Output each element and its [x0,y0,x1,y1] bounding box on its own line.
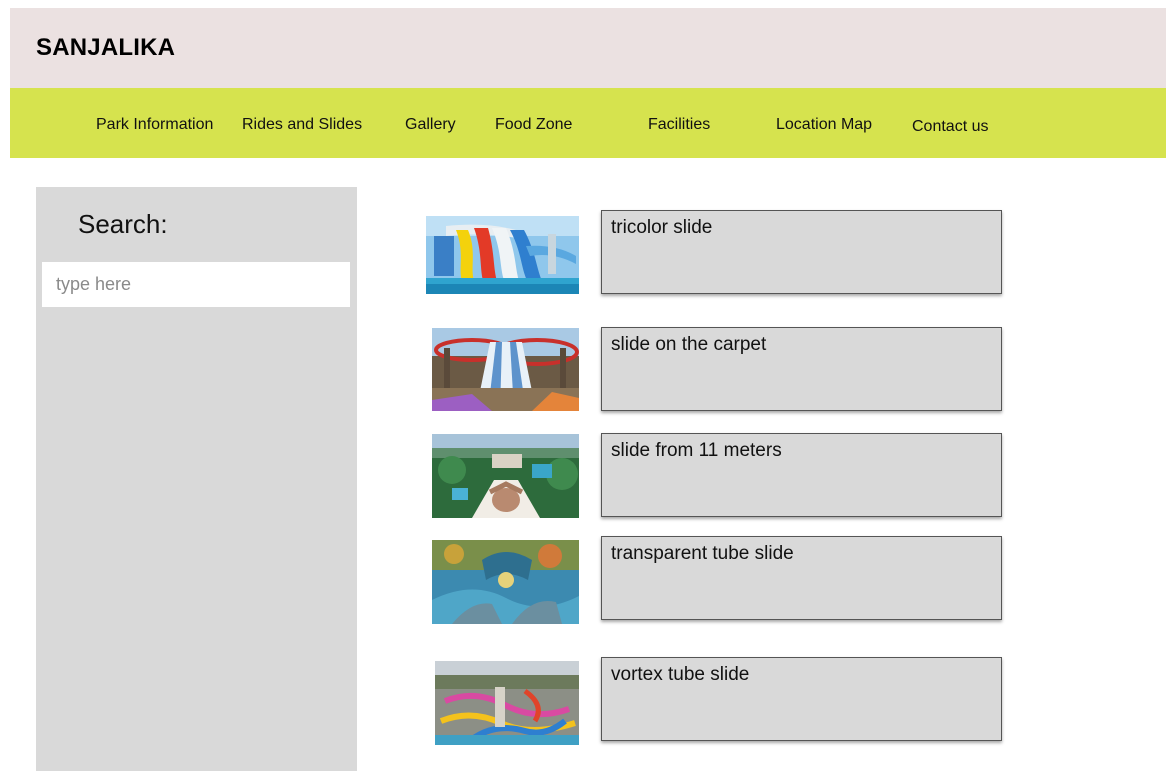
ride-thumbnail-tricolor-slide[interactable] [426,216,579,294]
nav-rides-and-slides[interactable]: Rides and Slides [242,116,362,134]
ride-thumbnail-transparent-tube-slide[interactable] [432,540,579,624]
site-header: SANJALIKA [10,8,1166,88]
nav-facilities[interactable]: Facilities [648,116,710,134]
ride-title: vortex tube slide [611,664,750,685]
ride-thumbnail-slide-from-11-meters[interactable] [432,434,579,518]
ride-thumbnail-slide-on-the-carpet[interactable] [432,328,579,411]
ride-card-tricolor-slide[interactable]: tricolor slide [601,210,1002,294]
nav-food-zone[interactable]: Food Zone [495,116,572,134]
ride-card-slide-from-11-meters[interactable]: slide from 11 meters [601,433,1002,517]
ride-card-slide-on-the-carpet[interactable]: slide on the carpet [601,327,1002,411]
ride-thumbnail-vortex-tube-slide[interactable] [435,661,579,745]
ride-title: transparent tube slide [611,543,794,564]
nav-location-map[interactable]: Location Map [776,116,872,134]
main-nav: Park Information Rides and Slides Galler… [10,88,1166,158]
search-input[interactable] [42,262,350,307]
nav-gallery[interactable]: Gallery [405,116,456,134]
search-label: Search: [78,209,168,239]
nav-park-information[interactable]: Park Information [96,116,213,134]
nav-contact-us[interactable]: Contact us [912,118,988,136]
ride-title: slide from 11 meters [611,440,782,461]
ride-title: slide on the carpet [611,334,767,355]
search-sidebar: Search: [36,187,357,771]
ride-title: tricolor slide [611,217,713,238]
ride-card-vortex-tube-slide[interactable]: vortex tube slide [601,657,1002,741]
brand-logo-text[interactable]: SANJALIKA [36,34,175,62]
ride-card-transparent-tube-slide[interactable]: transparent tube slide [601,536,1002,620]
